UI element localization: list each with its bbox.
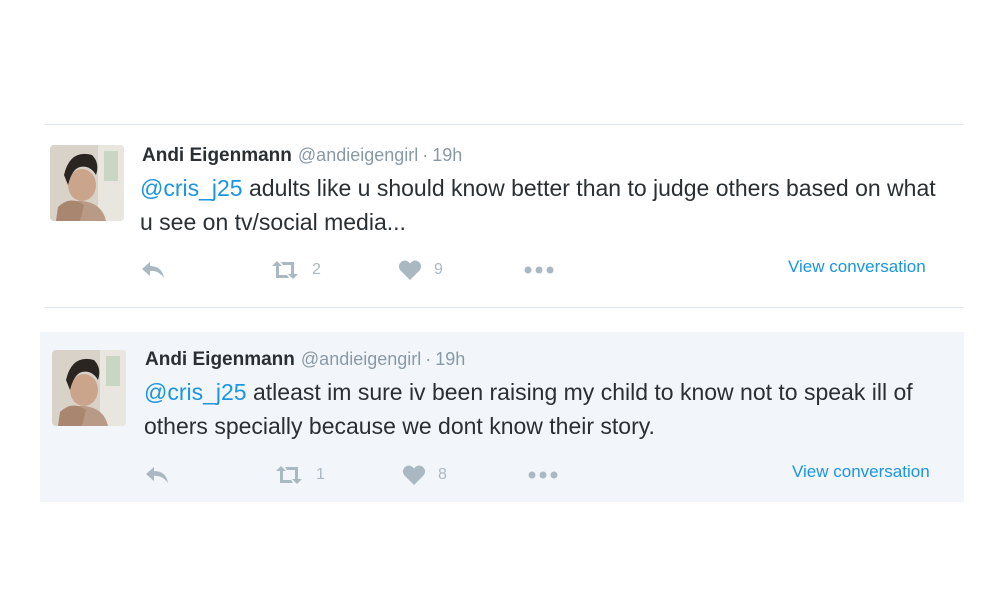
tweet-text: @cris_j25 adults like u should know bett… xyxy=(140,171,950,239)
tweet-header: Andi Eigenmann @andieigengirl · 19h xyxy=(142,145,462,167)
reply-button[interactable] xyxy=(144,460,170,490)
timestamp[interactable]: 19h xyxy=(432,145,462,165)
timeline: Andi Eigenmann @andieigengirl · 19h @cris_j… xyxy=(0,0,1000,611)
like-button[interactable]: 9 xyxy=(398,255,443,285)
tweet-header: Andi Eigenmann @andieigengirl · 19h xyxy=(145,349,465,371)
retweet-button[interactable]: 2 xyxy=(270,255,321,285)
retweet-count: 1 xyxy=(316,466,325,483)
tweet-text: @cris_j25 atleast im sure iv been raisin… xyxy=(144,375,956,443)
reply-icon xyxy=(144,464,170,486)
heart-icon xyxy=(402,464,426,486)
more-icon xyxy=(524,265,554,275)
retweet-count: 2 xyxy=(312,261,321,278)
tweet[interactable]: Andi Eigenmann @andieigengirl · 19h @cris_j… xyxy=(44,124,964,308)
more-icon xyxy=(528,470,558,480)
tweet-actions: 2 9 View conversation xyxy=(140,255,960,285)
reply-button[interactable] xyxy=(140,255,166,285)
user-handle[interactable]: @andieigengirl xyxy=(301,349,421,369)
separator-dot: · xyxy=(422,145,429,165)
display-name[interactable]: Andi Eigenmann xyxy=(145,349,295,370)
tweet-body: atleast im sure iv been raising my child… xyxy=(144,379,913,439)
mention-link[interactable]: @cris_j25 xyxy=(144,379,247,405)
reply-icon xyxy=(140,259,166,281)
retweet-icon xyxy=(270,259,300,281)
user-handle[interactable]: @andieigengirl xyxy=(298,145,418,165)
tweet-body: adults like u should know better than to… xyxy=(140,175,936,235)
avatar[interactable] xyxy=(50,145,124,221)
like-button[interactable]: 8 xyxy=(402,460,447,490)
retweet-button[interactable]: 1 xyxy=(274,460,325,490)
mention-link[interactable]: @cris_j25 xyxy=(140,175,243,201)
timestamp[interactable]: 19h xyxy=(435,349,465,369)
avatar[interactable] xyxy=(52,350,126,426)
heart-icon xyxy=(398,259,422,281)
separator-dot: · xyxy=(425,349,432,369)
tweet[interactable]: Andi Eigenmann @andieigengirl · 19h @cris_j… xyxy=(40,332,964,502)
more-button[interactable] xyxy=(524,255,554,285)
more-button[interactable] xyxy=(528,460,558,490)
view-conversation-link[interactable]: View conversation xyxy=(792,460,930,484)
display-name[interactable]: Andi Eigenmann xyxy=(142,145,292,166)
view-conversation-link[interactable]: View conversation xyxy=(788,255,926,279)
retweet-icon xyxy=(274,464,304,486)
tweet-actions: 1 8 View conversation xyxy=(144,460,964,490)
like-count: 8 xyxy=(438,466,447,483)
like-count: 9 xyxy=(434,261,443,278)
